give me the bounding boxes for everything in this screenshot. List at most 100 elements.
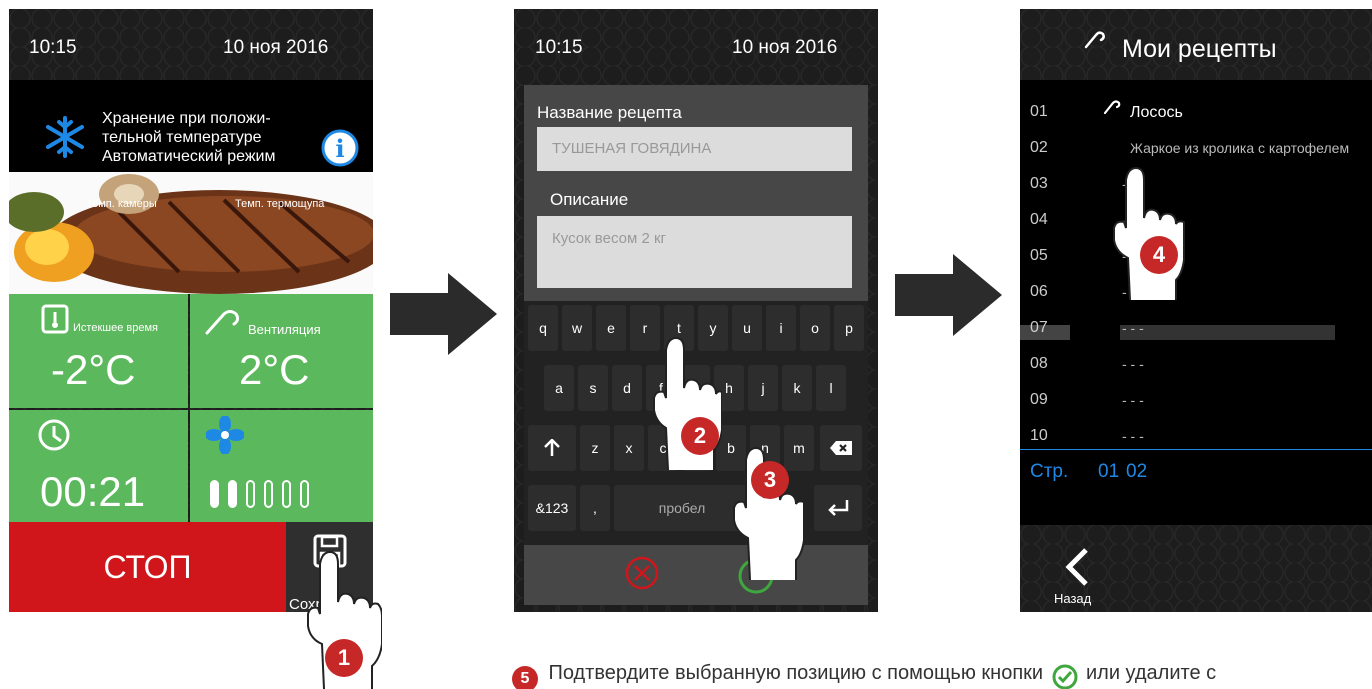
mode-text: Хранение при положи- тельной температуре… xyxy=(102,109,276,166)
probe-icon-title xyxy=(1084,31,1105,49)
recipe-name[interactable]: - - - xyxy=(1122,320,1144,336)
fan-speed-bar xyxy=(282,480,291,508)
description-value: Кусок весом 2 кг xyxy=(552,230,666,247)
page-title: Мои рецепты xyxy=(1122,35,1277,63)
clock-date: 10 ноя 2016 xyxy=(223,37,329,58)
key-o[interactable]: o xyxy=(800,305,830,351)
step-badge-2: 2 xyxy=(681,417,719,455)
tile-timer[interactable]: 00:21 xyxy=(9,410,188,522)
screen-1: 10:15 10 ноя 2016 Хранение при положи- т… xyxy=(9,9,373,613)
back-button-label: Назад xyxy=(1054,591,1092,606)
arrow-right-icon xyxy=(390,273,497,355)
fan-speed-bar xyxy=(264,480,273,508)
key-q[interactable]: q xyxy=(528,305,558,351)
key-p[interactable]: p xyxy=(834,305,864,351)
tile-ventilation-value: 2°C xyxy=(239,346,310,393)
food-image xyxy=(9,172,373,294)
key-a[interactable]: a xyxy=(544,365,574,411)
clock-time: 10:15 xyxy=(29,37,77,58)
tile-timer-value: 00:21 xyxy=(40,468,146,515)
key-j[interactable]: j xyxy=(748,365,778,411)
key-i[interactable]: i xyxy=(766,305,796,351)
backspace-key[interactable] xyxy=(820,425,862,471)
recipe-name-label: Название рецепта xyxy=(537,103,682,122)
stop-button[interactable]: СТОП xyxy=(9,522,286,612)
tile-elapsed[interactable]: Истекшее время -2°C xyxy=(9,294,188,408)
probe-icon xyxy=(205,310,240,335)
selected-row-highlight-2 xyxy=(1120,325,1335,340)
tile-ventilation[interactable]: Вентиляция 2°C xyxy=(190,294,373,408)
screen-2: 10:15 10 ноя 2016 Название рецепта ТУШЕН… xyxy=(514,9,878,612)
recipe-number: 08 xyxy=(1030,355,1048,372)
key-e[interactable]: e xyxy=(596,305,626,351)
fan-speed-bar xyxy=(228,480,237,508)
backspace-icon xyxy=(830,441,852,455)
check-circle-icon xyxy=(1052,664,1078,689)
step-badge-5: 5 xyxy=(512,666,538,689)
back-button[interactable]: Назад xyxy=(1020,525,1130,612)
key-w[interactable]: w xyxy=(562,305,592,351)
key-s[interactable]: s xyxy=(578,365,608,411)
recipe-number: 04 xyxy=(1030,211,1048,228)
recipe-number: 09 xyxy=(1030,391,1048,408)
key-u[interactable]: u xyxy=(732,305,762,351)
mode-line-2: тельной температуре xyxy=(102,129,262,146)
chevron-left-icon xyxy=(1065,548,1088,586)
recipe-name[interactable]: Лосось xyxy=(1130,104,1183,122)
mode-line-1: Хранение при положи- xyxy=(102,110,271,127)
description-field[interactable]: Кусок весом 2 кг xyxy=(537,216,852,288)
fan-speed-bar xyxy=(300,480,309,508)
instruction-caption: 5 Подтвердите выбранную позицию с помощь… xyxy=(512,662,1372,689)
key-z[interactable]: z xyxy=(580,425,610,471)
fan-icon xyxy=(206,416,244,454)
recipe-number: 01 xyxy=(1030,103,1048,120)
tile-ventilation-label: Вентиляция xyxy=(248,322,321,337)
tap-hand-icon-4 xyxy=(1113,166,1185,300)
caption-text: Подтвердите выбранную позицию с помощью … xyxy=(548,662,1044,684)
clock-time-2: 10:15 xyxy=(535,37,583,58)
svg-text:i: i xyxy=(335,134,344,163)
page-label: Стр. xyxy=(1030,461,1069,482)
shift-key[interactable] xyxy=(528,425,576,471)
probe-icon-recipe xyxy=(1103,100,1121,115)
comma-key[interactable]: , xyxy=(580,485,610,531)
step-badge-3: 3 xyxy=(751,461,789,499)
fan-speed-bar xyxy=(210,480,219,508)
tile-elapsed-value: -2°C xyxy=(51,346,136,393)
enter-icon xyxy=(828,500,849,516)
enter-key[interactable] xyxy=(814,485,862,531)
recipe-number: 07 xyxy=(1030,319,1048,336)
recipe-name-field[interactable]: ТУШЕНАЯ ГОВЯДИНА xyxy=(537,127,852,171)
clock-icon xyxy=(38,419,70,451)
recipe-name[interactable]: - - - xyxy=(1122,428,1144,444)
tile-fan[interactable] xyxy=(190,410,373,522)
cancel-icon[interactable] xyxy=(625,556,659,590)
chamber-temp-label: Темп. камеры xyxy=(86,198,157,210)
page-2-link[interactable]: 02 xyxy=(1126,461,1147,483)
key-x[interactable]: x xyxy=(614,425,644,471)
recipe-number: 03 xyxy=(1030,175,1048,192)
info-icon[interactable]: i xyxy=(320,128,360,168)
key-d[interactable]: d xyxy=(612,365,642,411)
recipe-name-value: ТУШЕНАЯ ГОВЯДИНА xyxy=(552,140,712,157)
description-label: Описание xyxy=(550,190,629,209)
recipe-name[interactable]: - - - xyxy=(1122,392,1144,408)
recipe-name[interactable]: - - - xyxy=(1122,356,1144,372)
step-badge-4: 4 xyxy=(1140,236,1178,274)
thermometer-icon xyxy=(41,304,69,334)
shift-arrow-icon xyxy=(544,439,560,456)
step-badge-1: 1 xyxy=(325,639,363,677)
arrow-right-icon-2 xyxy=(895,254,1002,336)
numbers-key[interactable]: &123 xyxy=(528,485,576,531)
key-k[interactable]: k xyxy=(782,365,812,411)
pagination-divider xyxy=(1020,449,1372,450)
fan-speed-bar xyxy=(246,480,255,508)
recipe-number: 10 xyxy=(1030,427,1048,444)
mode-line-3: Автоматический режим xyxy=(102,148,276,165)
snowflake-icon xyxy=(46,116,84,158)
stop-button-label: СТОП xyxy=(103,548,192,585)
page-1-link[interactable]: 01 xyxy=(1098,461,1119,483)
key-l[interactable]: l xyxy=(816,365,846,411)
caption-tail: или удалите с xyxy=(1085,662,1217,684)
recipe-name[interactable]: Жаркое из кролика с картофелем xyxy=(1130,140,1349,156)
